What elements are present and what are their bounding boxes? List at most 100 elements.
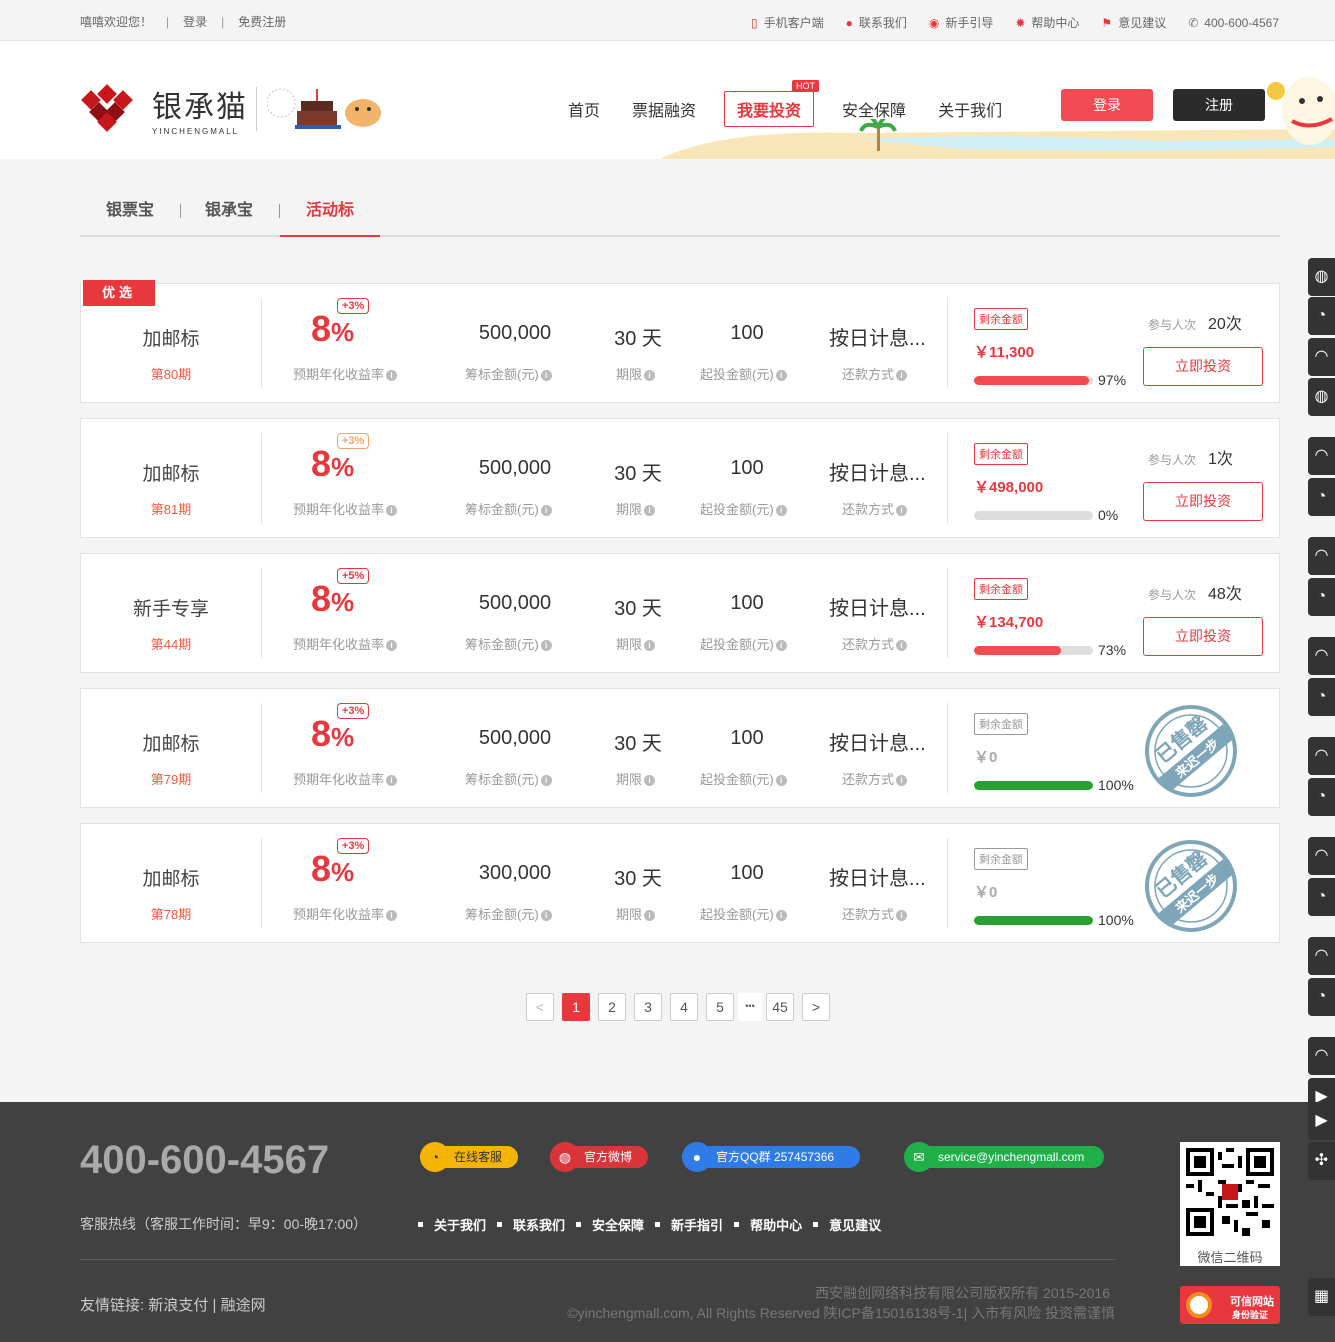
page-button[interactable]: 4 bbox=[670, 993, 698, 1021]
weibo-icon: ◍ bbox=[550, 1142, 580, 1172]
amount-label: 筹标金额(元) i bbox=[465, 634, 552, 653]
prev-page-button[interactable]: < bbox=[526, 993, 554, 1021]
side-tool-button[interactable]: ◠ bbox=[1308, 437, 1335, 475]
online-service-button[interactable]: ◔ 在线客服 bbox=[420, 1142, 519, 1172]
page-button[interactable]: 3 bbox=[634, 993, 662, 1021]
side-tool-button[interactable]: ▦ bbox=[1308, 1278, 1335, 1316]
top-link-contact[interactable]: ● 联系我们 bbox=[846, 14, 907, 31]
footer-link[interactable]: 安全保障 bbox=[576, 1215, 644, 1234]
top-link-mobile[interactable]: ▯ 手机客户端 bbox=[751, 14, 824, 31]
side-tool-button[interactable]: ◠ bbox=[1308, 837, 1335, 875]
info-icon[interactable]: i bbox=[540, 775, 552, 787]
invest-now-button[interactable]: 立即投资 bbox=[1143, 347, 1263, 386]
footer-link[interactable]: 帮助中心 bbox=[734, 1215, 802, 1234]
side-tool-button[interactable]: ◔ bbox=[1308, 778, 1335, 816]
nav-about[interactable]: 关于我们 bbox=[938, 91, 1002, 127]
invest-now-button[interactable]: 立即投资 bbox=[1143, 482, 1263, 521]
page-button[interactable]: 1 bbox=[562, 993, 590, 1021]
nav-home[interactable]: 首页 bbox=[568, 91, 600, 127]
footer-link[interactable]: 新手指引 bbox=[655, 1215, 723, 1234]
qq-group-button[interactable]: ● 官方QQ群 257457366 bbox=[682, 1142, 861, 1172]
side-tool-button[interactable]: ◔ bbox=[1308, 978, 1335, 1016]
tab-yinpiaobao[interactable]: 银票宝 bbox=[106, 195, 154, 237]
nav-invest[interactable]: 我要投资 HOT bbox=[724, 80, 820, 127]
chat-icon: ◔ bbox=[1316, 688, 1327, 705]
product-card[interactable]: 加邮标 第79期 8% +3% 预期年化收益率 i 500,000 筹标金额(元)… bbox=[80, 688, 1280, 808]
footer-link[interactable]: 联系我们 bbox=[497, 1215, 565, 1234]
info-icon[interactable]: i bbox=[386, 370, 398, 382]
label-text: 筹标金额(元) bbox=[465, 637, 539, 652]
side-tool-button[interactable]: ◔ bbox=[1308, 878, 1335, 916]
repay-label: 还款方式 i bbox=[842, 769, 908, 788]
page-button[interactable]: 2 bbox=[598, 993, 626, 1021]
side-tool-button[interactable]: ◔ bbox=[1308, 578, 1335, 616]
next-page-button[interactable]: > bbox=[802, 993, 830, 1021]
friend-links[interactable]: 友情链接: 新浪支付 | 融途网 bbox=[80, 1294, 266, 1315]
info-icon[interactable]: i bbox=[386, 775, 398, 787]
info-icon[interactable]: i bbox=[644, 370, 656, 382]
info-icon[interactable]: i bbox=[644, 505, 656, 517]
invest-now-button[interactable]: 立即投资 bbox=[1143, 617, 1263, 656]
register-button[interactable]: 注册 bbox=[1173, 89, 1265, 121]
top-login-link[interactable]: 登录 bbox=[183, 13, 207, 30]
footer-link[interactable]: 关于我们 bbox=[418, 1215, 486, 1234]
info-icon[interactable]: i bbox=[775, 640, 787, 652]
top-link-guide[interactable]: ◉ 新手引导 bbox=[929, 14, 994, 31]
tab-yinchengbao[interactable]: 银承宝 bbox=[205, 195, 253, 237]
info-icon[interactable]: i bbox=[896, 640, 908, 652]
info-icon[interactable]: i bbox=[644, 775, 656, 787]
page-button[interactable]: 5 bbox=[706, 993, 734, 1021]
info-icon[interactable]: i bbox=[386, 910, 398, 922]
info-icon[interactable]: i bbox=[540, 505, 552, 517]
side-tool-button[interactable]: ◠ bbox=[1308, 338, 1335, 376]
info-icon[interactable]: i bbox=[896, 370, 908, 382]
side-tool-button[interactable]: ◔ bbox=[1308, 297, 1335, 335]
info-icon[interactable]: i bbox=[775, 775, 787, 787]
nav-financing[interactable]: 票据融资 bbox=[632, 91, 696, 127]
info-icon[interactable]: i bbox=[644, 640, 656, 652]
product-card[interactable]: 加邮标 第78期 8% +3% 预期年化收益率 i 300,000 筹标金额(元)… bbox=[80, 823, 1280, 943]
info-icon[interactable]: i bbox=[644, 910, 656, 922]
email-button[interactable]: ✉ service@yinchengmall.com bbox=[904, 1142, 1105, 1172]
label-text: 期限 bbox=[616, 907, 643, 922]
login-button[interactable]: 登录 bbox=[1061, 89, 1153, 121]
info-icon[interactable]: i bbox=[775, 505, 787, 517]
side-tool-button[interactable]: ◠ bbox=[1308, 1037, 1335, 1075]
top-link-feedback[interactable]: ⚑ 意见建议 bbox=[1101, 14, 1166, 31]
weibo-button[interactable]: ◍ 官方微博 bbox=[550, 1142, 649, 1172]
info-icon[interactable]: i bbox=[540, 370, 552, 382]
side-tool-button[interactable]: ◠ bbox=[1308, 937, 1335, 975]
info-icon[interactable]: i bbox=[775, 910, 787, 922]
top-link-help[interactable]: ✹ 帮助中心 bbox=[1015, 14, 1079, 31]
top-register-link[interactable]: 免费注册 bbox=[238, 13, 286, 30]
footer-link[interactable]: 意见建议 bbox=[813, 1215, 881, 1234]
info-icon[interactable]: i bbox=[386, 640, 398, 652]
page-button[interactable]: 45 bbox=[766, 993, 794, 1021]
product-card[interactable]: 加邮标 第81期 8% +3% 预期年化收益率 i 500,000 筹标金额(元)… bbox=[80, 418, 1280, 538]
logo[interactable]: 银承猫 YINCHENGMALL bbox=[80, 82, 385, 136]
side-tool-button[interactable]: ▶ bbox=[1308, 1102, 1335, 1140]
side-tool-button[interactable]: ✣ bbox=[1308, 1142, 1335, 1180]
side-tool-button[interactable]: ◔ bbox=[1308, 478, 1335, 516]
trusted-site-badge[interactable]: 可信网站 身份验证 bbox=[1180, 1286, 1280, 1324]
product-card[interactable]: 新手专享 第44期 8% +5% 预期年化收益率 i 500,000 筹标金额(元… bbox=[80, 553, 1280, 673]
tab-activity[interactable]: 活动标 bbox=[280, 195, 380, 237]
nav-security[interactable]: 安全保障 bbox=[842, 91, 906, 127]
info-icon[interactable]: i bbox=[775, 370, 787, 382]
info-icon[interactable]: i bbox=[540, 640, 552, 652]
info-icon[interactable]: i bbox=[896, 505, 908, 517]
product-name: 加邮标 bbox=[142, 734, 200, 755]
info-icon[interactable]: i bbox=[896, 910, 908, 922]
product-card[interactable]: 优选 加邮标 第80期 8% +3% 预期年化收益率 i 500,000 筹标金额… bbox=[80, 280, 1280, 403]
label-text: 筹标金额(元) bbox=[465, 772, 539, 787]
info-icon[interactable]: i bbox=[896, 775, 908, 787]
side-tool-button[interactable]: ◠ bbox=[1308, 537, 1335, 575]
side-tool-button[interactable]: ◔ bbox=[1308, 678, 1335, 716]
side-tool-button[interactable]: ◍ bbox=[1308, 378, 1335, 416]
side-tool-button[interactable]: ◠ bbox=[1308, 637, 1335, 675]
info-icon[interactable]: i bbox=[540, 910, 552, 922]
min-invest-value: 100 bbox=[730, 457, 764, 479]
info-icon[interactable]: i bbox=[386, 505, 398, 517]
side-tool-button[interactable]: ◍ bbox=[1308, 258, 1335, 296]
side-tool-button[interactable]: ◠ bbox=[1308, 737, 1335, 775]
